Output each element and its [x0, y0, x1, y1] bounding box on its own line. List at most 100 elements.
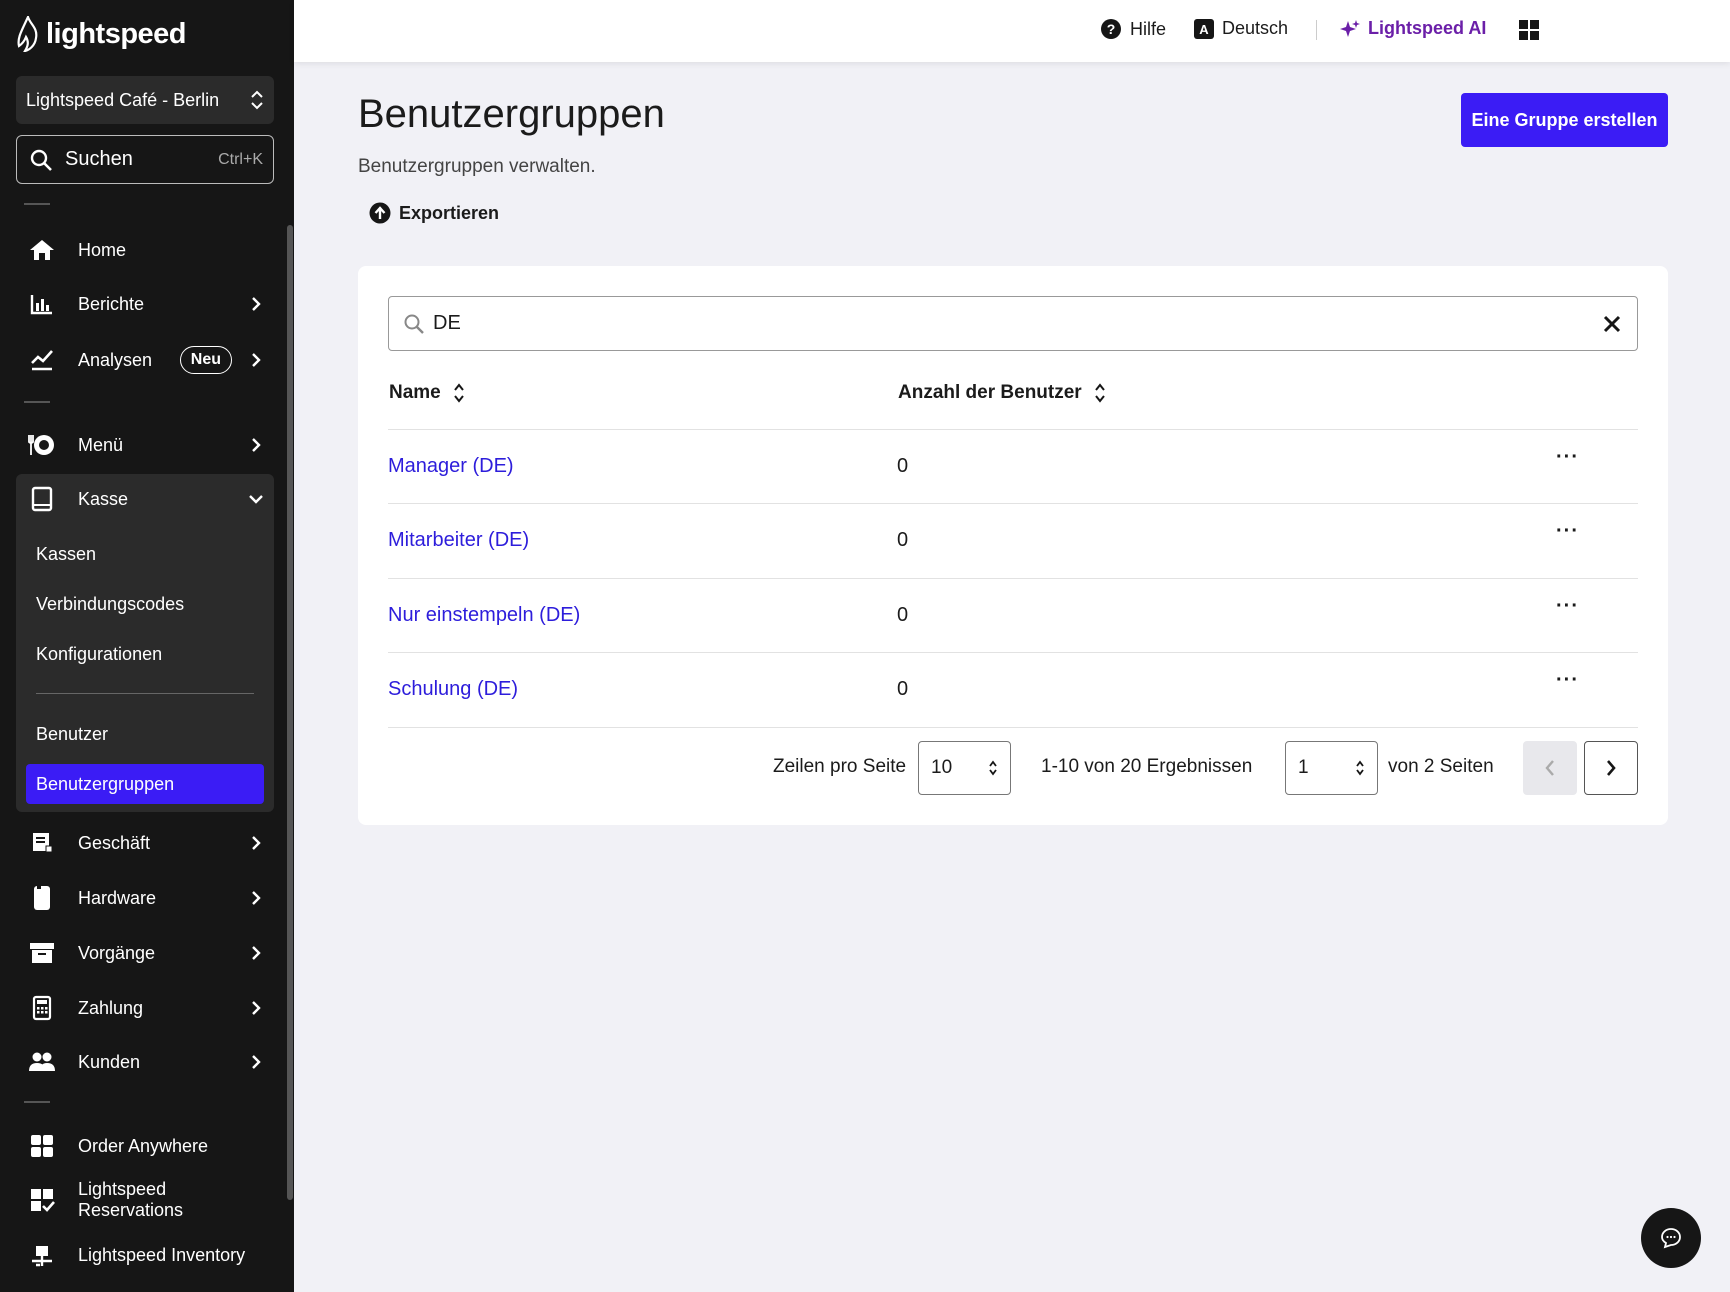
- more-actions-icon[interactable]: ···: [1556, 669, 1579, 692]
- group-name-link[interactable]: Mitarbeiter (DE): [388, 529, 529, 552]
- svg-text:?: ?: [1107, 21, 1116, 37]
- sidebar-item-label: Kunden: [78, 1051, 141, 1072]
- sort-icon: [453, 383, 464, 403]
- lightspeed-logo[interactable]: lightspeed: [16, 16, 187, 52]
- table-divider: [388, 727, 1638, 728]
- sidebar-subitem-kassen[interactable]: Kassen: [36, 544, 96, 565]
- language-selector[interactable]: A Deutsch: [1194, 18, 1288, 39]
- location-selector[interactable]: Lightspeed Café - Berlin: [16, 76, 274, 124]
- help-label: Hilfe: [1130, 18, 1167, 39]
- sidebar-item-kasse[interactable]: Kasse: [16, 474, 274, 524]
- bar-chart-icon: [28, 290, 56, 318]
- chevron-right-icon: [244, 890, 268, 906]
- previous-page-button[interactable]: [1523, 741, 1577, 795]
- kasse-section: Kasse Kassen Verbindungscodes Konfigurat…: [16, 474, 274, 812]
- sidebar-item-reservations[interactable]: Lightspeed Reservations: [16, 1175, 274, 1225]
- page-title: Benutzergruppen: [358, 92, 665, 136]
- chevron-up-down-icon: [989, 760, 997, 776]
- order-anywhere-icon: [28, 1132, 56, 1160]
- sidebar-subitem-konfigurationen[interactable]: Konfigurationen: [36, 644, 162, 665]
- total-pages-label: von 2 Seiten: [1388, 756, 1494, 777]
- chat-button[interactable]: [1641, 1208, 1701, 1268]
- topbar-divider: [1316, 20, 1317, 40]
- sidebar-item-inventory[interactable]: Lightspeed Inventory: [16, 1230, 274, 1280]
- sidebar-item-label: Order Anywhere: [78, 1135, 209, 1156]
- user-count: 0: [897, 455, 909, 477]
- search-icon: [30, 149, 52, 171]
- chevron-right-icon: [244, 437, 268, 453]
- export-button[interactable]: Exportieren: [369, 202, 499, 224]
- user-count: 0: [897, 529, 909, 551]
- sidebar-subitem-benutzergruppen[interactable]: Benutzergruppen: [26, 764, 264, 804]
- more-actions-icon[interactable]: ···: [1556, 520, 1579, 543]
- search-shortcut: Ctrl+K: [218, 150, 263, 168]
- sidebar-item-kunden[interactable]: Kunden: [16, 1037, 274, 1087]
- page-subtitle: Benutzergruppen verwalten.: [358, 156, 596, 177]
- chevron-right-icon: [1607, 760, 1616, 776]
- sidebar-item-label: Menü: [78, 434, 124, 455]
- sidebar-item-berichte[interactable]: Berichte: [16, 279, 274, 329]
- group-name-link[interactable]: Manager (DE): [388, 455, 514, 478]
- device-icon: [28, 884, 56, 912]
- more-actions-icon[interactable]: ···: [1556, 595, 1579, 618]
- more-actions-icon[interactable]: ···: [1556, 446, 1579, 469]
- sort-icon: [1094, 383, 1105, 403]
- inventory-icon: [28, 1241, 56, 1269]
- sidebar-item-label: Lightspeed Inventory: [78, 1244, 246, 1265]
- group-name-link[interactable]: Schulung (DE): [388, 678, 518, 701]
- home-icon: [28, 236, 56, 264]
- sidebar-subitem-verbindungscodes[interactable]: Verbindungscodes: [36, 594, 184, 615]
- table-row: Nur einstempeln (DE) 0 ···: [388, 578, 1638, 652]
- archive-icon: [28, 939, 56, 967]
- filter-value: DE: [433, 312, 461, 334]
- location-label: Lightspeed Café - Berlin: [26, 89, 220, 110]
- chevron-up-down-icon: [251, 90, 263, 110]
- svg-text:A: A: [1199, 22, 1209, 37]
- help-link[interactable]: ? Hilfe: [1100, 18, 1166, 40]
- column-header-name[interactable]: Name: [389, 382, 465, 404]
- language-label: Deutsch: [1222, 18, 1289, 38]
- next-page-button[interactable]: [1584, 741, 1638, 795]
- sidebar-item-label: Kasse: [78, 488, 129, 509]
- sidebar-scrollbar[interactable]: [287, 225, 293, 1200]
- sidebar-item-label: Lightspeed Reservations: [78, 1179, 184, 1220]
- dish-icon: [28, 431, 56, 459]
- sidebar-item-hardware[interactable]: Hardware: [16, 873, 274, 923]
- sidebar-item-label: Geschäft: [78, 832, 151, 853]
- sidebar: lightspeed Lightspeed Café - Berlin Such…: [0, 0, 294, 1292]
- sidebar-item-zahlung[interactable]: Zahlung: [16, 983, 274, 1033]
- chat-bubble-icon: [1661, 1228, 1681, 1249]
- search-icon: [404, 314, 424, 334]
- group-filter-input[interactable]: DE: [388, 296, 1638, 351]
- sidebar-subitem-benutzer[interactable]: Benutzer: [36, 724, 108, 745]
- sidebar-item-home[interactable]: Home: [16, 225, 274, 275]
- rows-per-page-label: Zeilen pro Seite: [773, 756, 907, 777]
- sidebar-item-label: Home: [78, 239, 127, 260]
- search-label: Suchen: [65, 148, 133, 170]
- help-circle-icon: ?: [1101, 19, 1121, 39]
- column-header-user-count[interactable]: Anzahl der Benutzer: [898, 382, 1106, 404]
- sidebar-item-menue[interactable]: Menü: [16, 420, 274, 470]
- sidebar-item-label: Zahlung: [78, 997, 144, 1018]
- lightspeed-ai-button[interactable]: Lightspeed AI: [1340, 18, 1486, 39]
- column-header-label: Anzahl der Benutzer: [898, 382, 1082, 403]
- rows-per-page-select[interactable]: 10: [918, 741, 1011, 795]
- close-icon[interactable]: [1603, 315, 1621, 333]
- page-select[interactable]: 1: [1285, 741, 1378, 795]
- table-row: Mitarbeiter (DE) 0 ···: [388, 503, 1638, 577]
- group-name-link[interactable]: Nur einstempeln (DE): [388, 604, 580, 627]
- sidebar-search[interactable]: Suchen Ctrl+K: [16, 135, 274, 184]
- sidebar-item-vorgaenge[interactable]: Vorgänge: [16, 928, 274, 978]
- sidebar-item-geschaeft[interactable]: Geschäft: [16, 818, 274, 868]
- sparkle-icon: [1340, 19, 1360, 37]
- create-group-button[interactable]: Eine Gruppe erstellen: [1461, 93, 1668, 147]
- apps-grid-button[interactable]: [1518, 19, 1540, 41]
- logo-text: lightspeed: [46, 17, 187, 50]
- chevron-right-icon: [244, 352, 268, 368]
- sidebar-item-order-anywhere[interactable]: Order Anywhere: [16, 1121, 274, 1171]
- sidebar-item-label: Analysen: [78, 349, 153, 370]
- new-badge: Neu: [179, 346, 232, 374]
- column-header-label: Name: [389, 382, 441, 403]
- sidebar-item-analysen[interactable]: Analysen Neu: [16, 335, 274, 385]
- rows-per-page-value: 10: [931, 757, 953, 778]
